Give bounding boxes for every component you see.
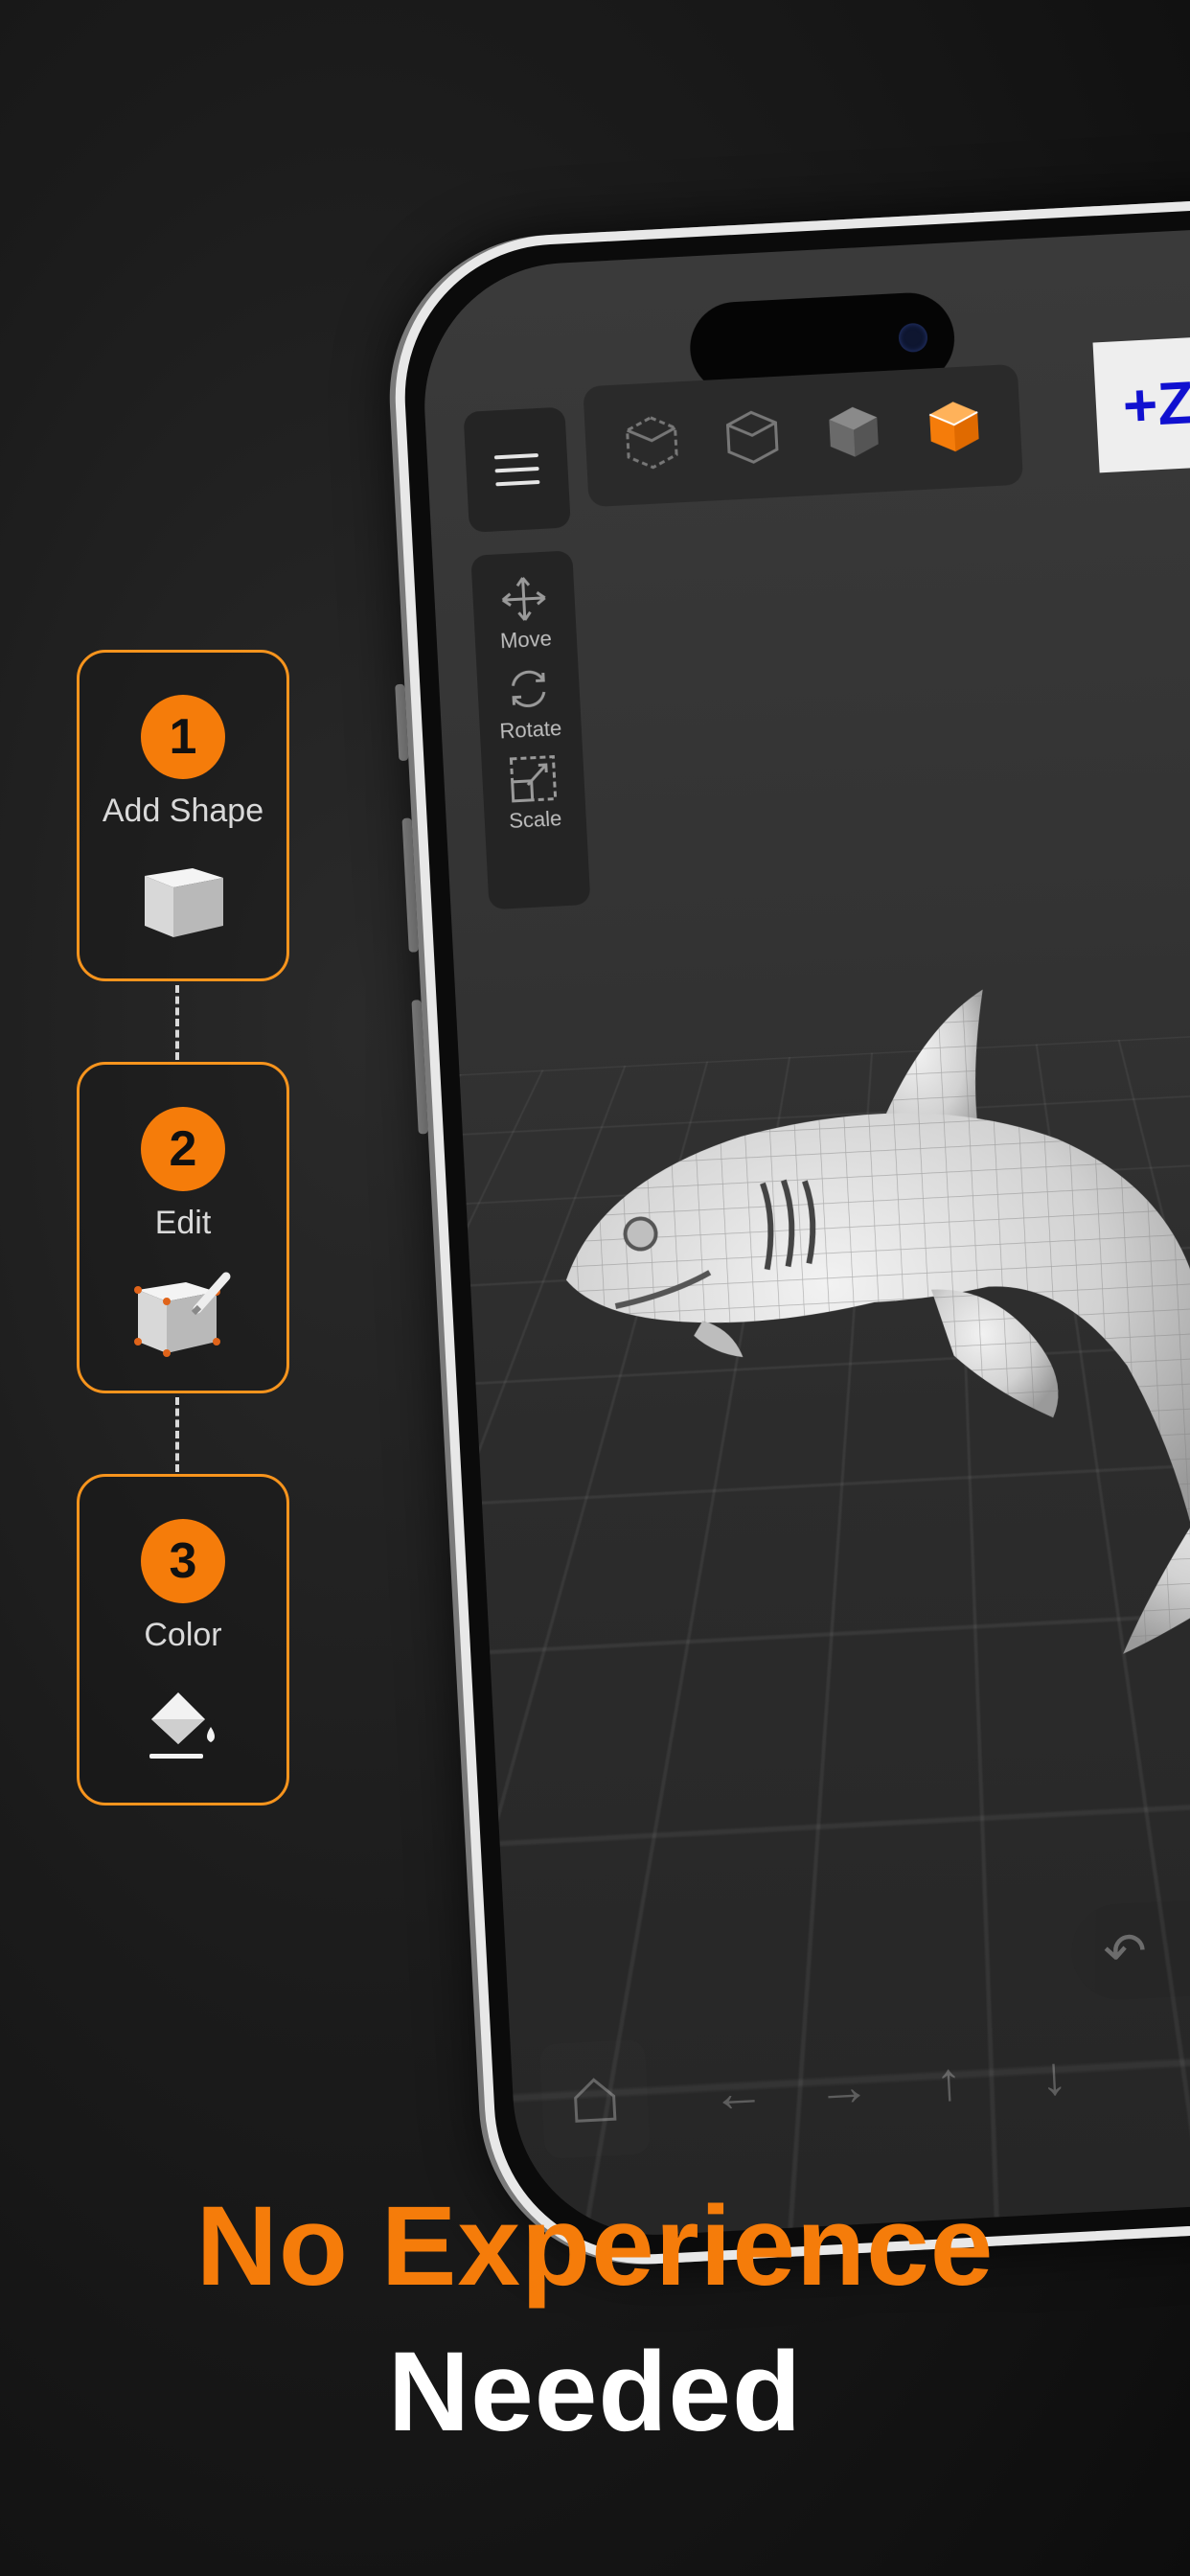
phone-side-button bbox=[395, 683, 409, 762]
shark-model[interactable] bbox=[513, 945, 1190, 1722]
app-screen: +Z Move Rotate Scale ↶ ← → ↑ ↓ bbox=[417, 217, 1190, 2242]
step-number: 2 bbox=[141, 1107, 225, 1191]
cube-icon bbox=[135, 855, 231, 946]
outline-view-icon[interactable] bbox=[721, 404, 784, 472]
home-button[interactable] bbox=[538, 2038, 651, 2160]
home-icon bbox=[574, 2078, 617, 2123]
scale-icon bbox=[509, 755, 558, 803]
screenshot-stage: 1 Add Shape 2 Edit 3 Color +Z Move Rotat… bbox=[0, 0, 1190, 2576]
arrow-left-icon[interactable]: ← bbox=[684, 2058, 792, 2126]
phone-side-button bbox=[401, 817, 419, 953]
arrow-down-icon[interactable]: ↓ bbox=[999, 2041, 1108, 2109]
step-label: Add Shape bbox=[102, 793, 264, 829]
arrow-right-icon[interactable]: → bbox=[790, 2052, 898, 2120]
scale-tool[interactable]: Scale bbox=[506, 752, 562, 834]
solid-view-icon[interactable] bbox=[822, 400, 884, 467]
hamburger-icon bbox=[493, 453, 540, 487]
rotate-icon bbox=[511, 670, 546, 707]
move-tool[interactable]: Move bbox=[496, 573, 552, 655]
tool-label: Rotate bbox=[498, 716, 562, 744]
phone-side-button bbox=[411, 1000, 428, 1135]
undo-icon[interactable]: ↶ bbox=[1102, 1920, 1148, 1982]
step-label: Color bbox=[144, 1617, 222, 1653]
move-icon bbox=[501, 577, 546, 621]
color-view-icon[interactable] bbox=[924, 394, 986, 461]
step-card-color: 3 Color bbox=[77, 1474, 289, 1806]
tool-label: Scale bbox=[508, 806, 562, 834]
paint-bucket-icon bbox=[140, 1679, 226, 1770]
step-connector bbox=[175, 985, 179, 1060]
headline-line-2: Needed bbox=[387, 2329, 803, 2455]
headline-line-1: No Experience bbox=[195, 2183, 995, 2310]
rotate-tool[interactable]: Rotate bbox=[496, 662, 562, 744]
phone-mockup: +Z Move Rotate Scale ↶ ← → ↑ ↓ bbox=[385, 150, 1190, 2273]
edit-cube-icon bbox=[130, 1267, 236, 1368]
view-mode-toolbar bbox=[583, 363, 1024, 508]
menu-button[interactable] bbox=[463, 406, 571, 533]
step-card-edit: 2 Edit bbox=[77, 1062, 289, 1393]
step-number: 1 bbox=[141, 695, 225, 779]
wireframe-view-icon[interactable] bbox=[620, 410, 682, 477]
axis-label: +Z bbox=[1092, 334, 1190, 473]
tool-label: Move bbox=[499, 626, 553, 654]
transform-tool-panel: Move Rotate Scale bbox=[470, 550, 591, 910]
step-label: Edit bbox=[154, 1205, 212, 1241]
step-number: 3 bbox=[141, 1519, 225, 1603]
step-connector bbox=[175, 1397, 179, 1472]
arrow-up-icon[interactable]: ↑ bbox=[895, 2047, 1003, 2115]
step-card-add-shape: 1 Add Shape bbox=[77, 650, 289, 981]
headline: No Experience Needed bbox=[0, 2174, 1190, 2465]
